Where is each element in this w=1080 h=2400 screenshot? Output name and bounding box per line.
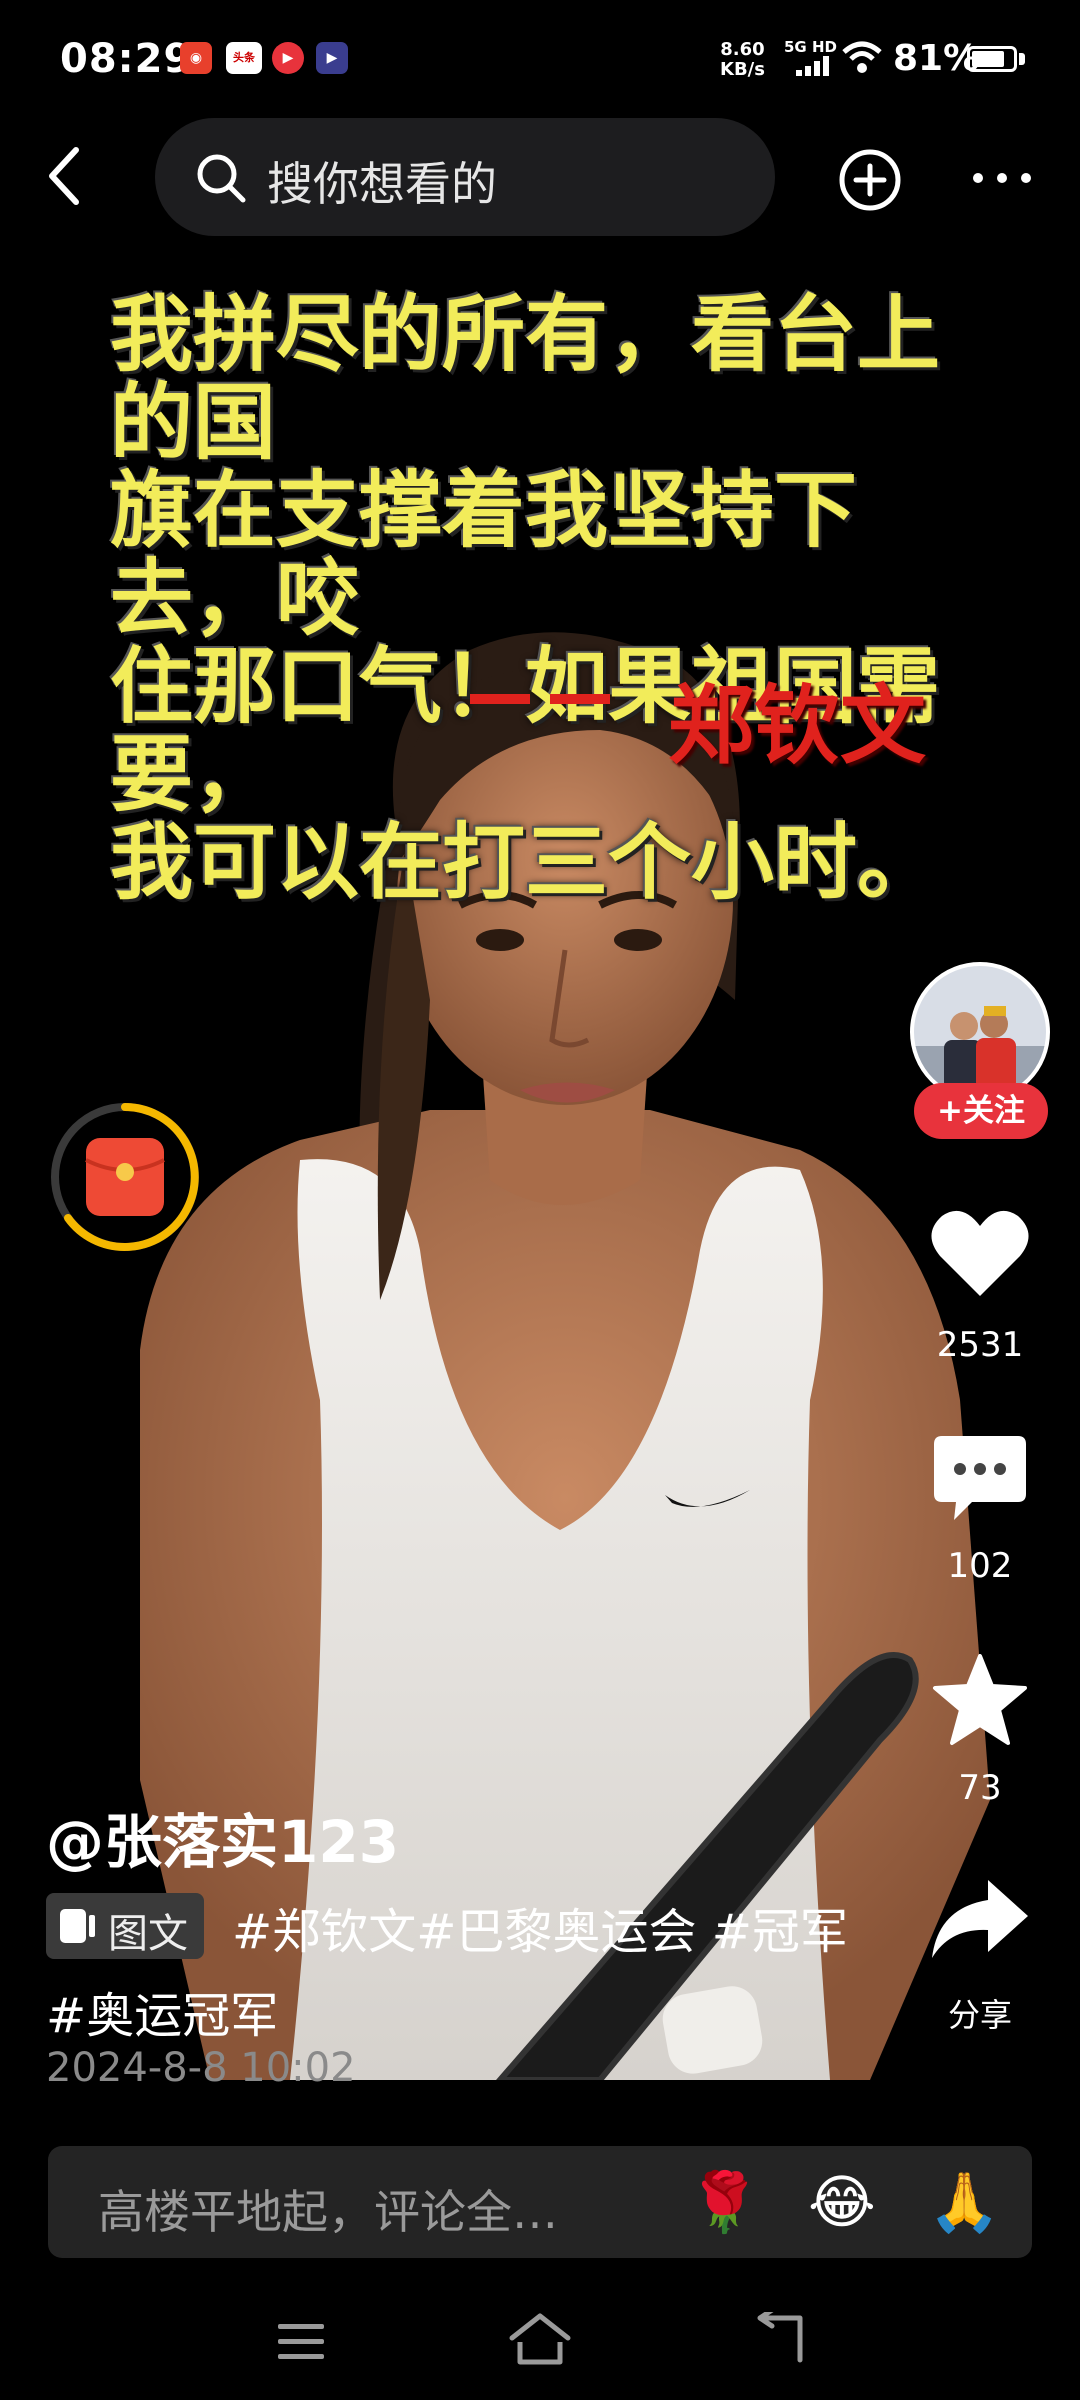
player-icon: ▶ [316,42,348,74]
back-arrow-icon[interactable] [44,144,84,208]
comment-input[interactable]: 高楼平地起，评论全… 🌹 😂 🙏 [48,2146,1032,2258]
back-nav-icon[interactable] [752,2312,808,2364]
favorite-count: 73 [958,1768,1002,1808]
comment-icon[interactable] [932,1432,1028,1524]
like-count: 2531 [936,1325,1024,1365]
battery-fill [972,51,1005,67]
wifi-icon [842,41,882,73]
net-speed-unit: KB/s [720,59,765,80]
more-icon[interactable] [970,168,1034,188]
status-bar: 08:29 ◉ 头条 ▶ ▶ 8.60 KB/s 5G HD 81% [0,0,1080,120]
search-placeholder: 搜你想看的 [267,157,497,211]
red-packet-button[interactable] [48,1100,202,1254]
post-date: 2024-8-8 10:02 [46,2045,356,2091]
laugh-emoji-button[interactable]: 😂 [808,2166,876,2238]
quote-text: 我拼尽的所有，看台上的国 旗在支撑着我坚持下去，咬 住那口气！如果祖国需要， 我… [110,290,990,906]
red-packet-icon [51,1103,199,1251]
battery-tip [1019,53,1025,65]
pray-emoji-button[interactable]: 🙏 [928,2166,1000,2238]
quote-line: 我可以在打三个小时。 [110,813,940,911]
follow-button[interactable]: +关注 [914,1083,1048,1139]
post-description[interactable]: #郑钦文#巴黎奥运会 #冠军 #奥运冠军 [46,1890,866,2058]
quote-dash [470,694,610,704]
quote-author: 郑钦文 [668,675,926,776]
search-bar[interactable]: 搜你想看的 [155,118,775,236]
author-avatar[interactable] [910,962,1050,1102]
heart-icon[interactable] [930,1206,1030,1302]
toutiao-icon: 头条 [226,42,262,74]
avatar-image [914,1006,1046,1098]
signal-label: 5G HD [784,38,837,56]
weibo-icon: ◉ [180,42,212,74]
comment-placeholder: 高楼平地起，评论全… [98,2185,558,2239]
quote-line: 旗在支撑着我坚持下去，咬 [110,461,857,647]
add-icon[interactable] [838,148,902,212]
share-icon[interactable] [930,1878,1030,1960]
status-time: 08:29 [60,36,193,82]
menu-icon[interactable] [276,2322,326,2362]
rose-emoji-button[interactable]: 🌹 [688,2166,760,2238]
star-icon[interactable] [932,1654,1028,1746]
system-nav-bar [0,2280,1080,2400]
net-speed: 8.60 KB/s [720,40,765,80]
author-handle[interactable]: @张落实123 [46,1795,399,1879]
signal-bars-icon [796,56,829,76]
share-label: 分享 [947,1996,1012,2034]
quote-line: 我拼尽的所有，看台上的国 [110,285,940,471]
home-icon[interactable] [508,2312,572,2366]
search-icon [197,154,246,203]
comment-count: 102 [947,1546,1013,1586]
battery-icon [967,46,1017,72]
net-speed-value: 8.60 [720,39,765,60]
video-icon: ▶ [272,42,304,74]
